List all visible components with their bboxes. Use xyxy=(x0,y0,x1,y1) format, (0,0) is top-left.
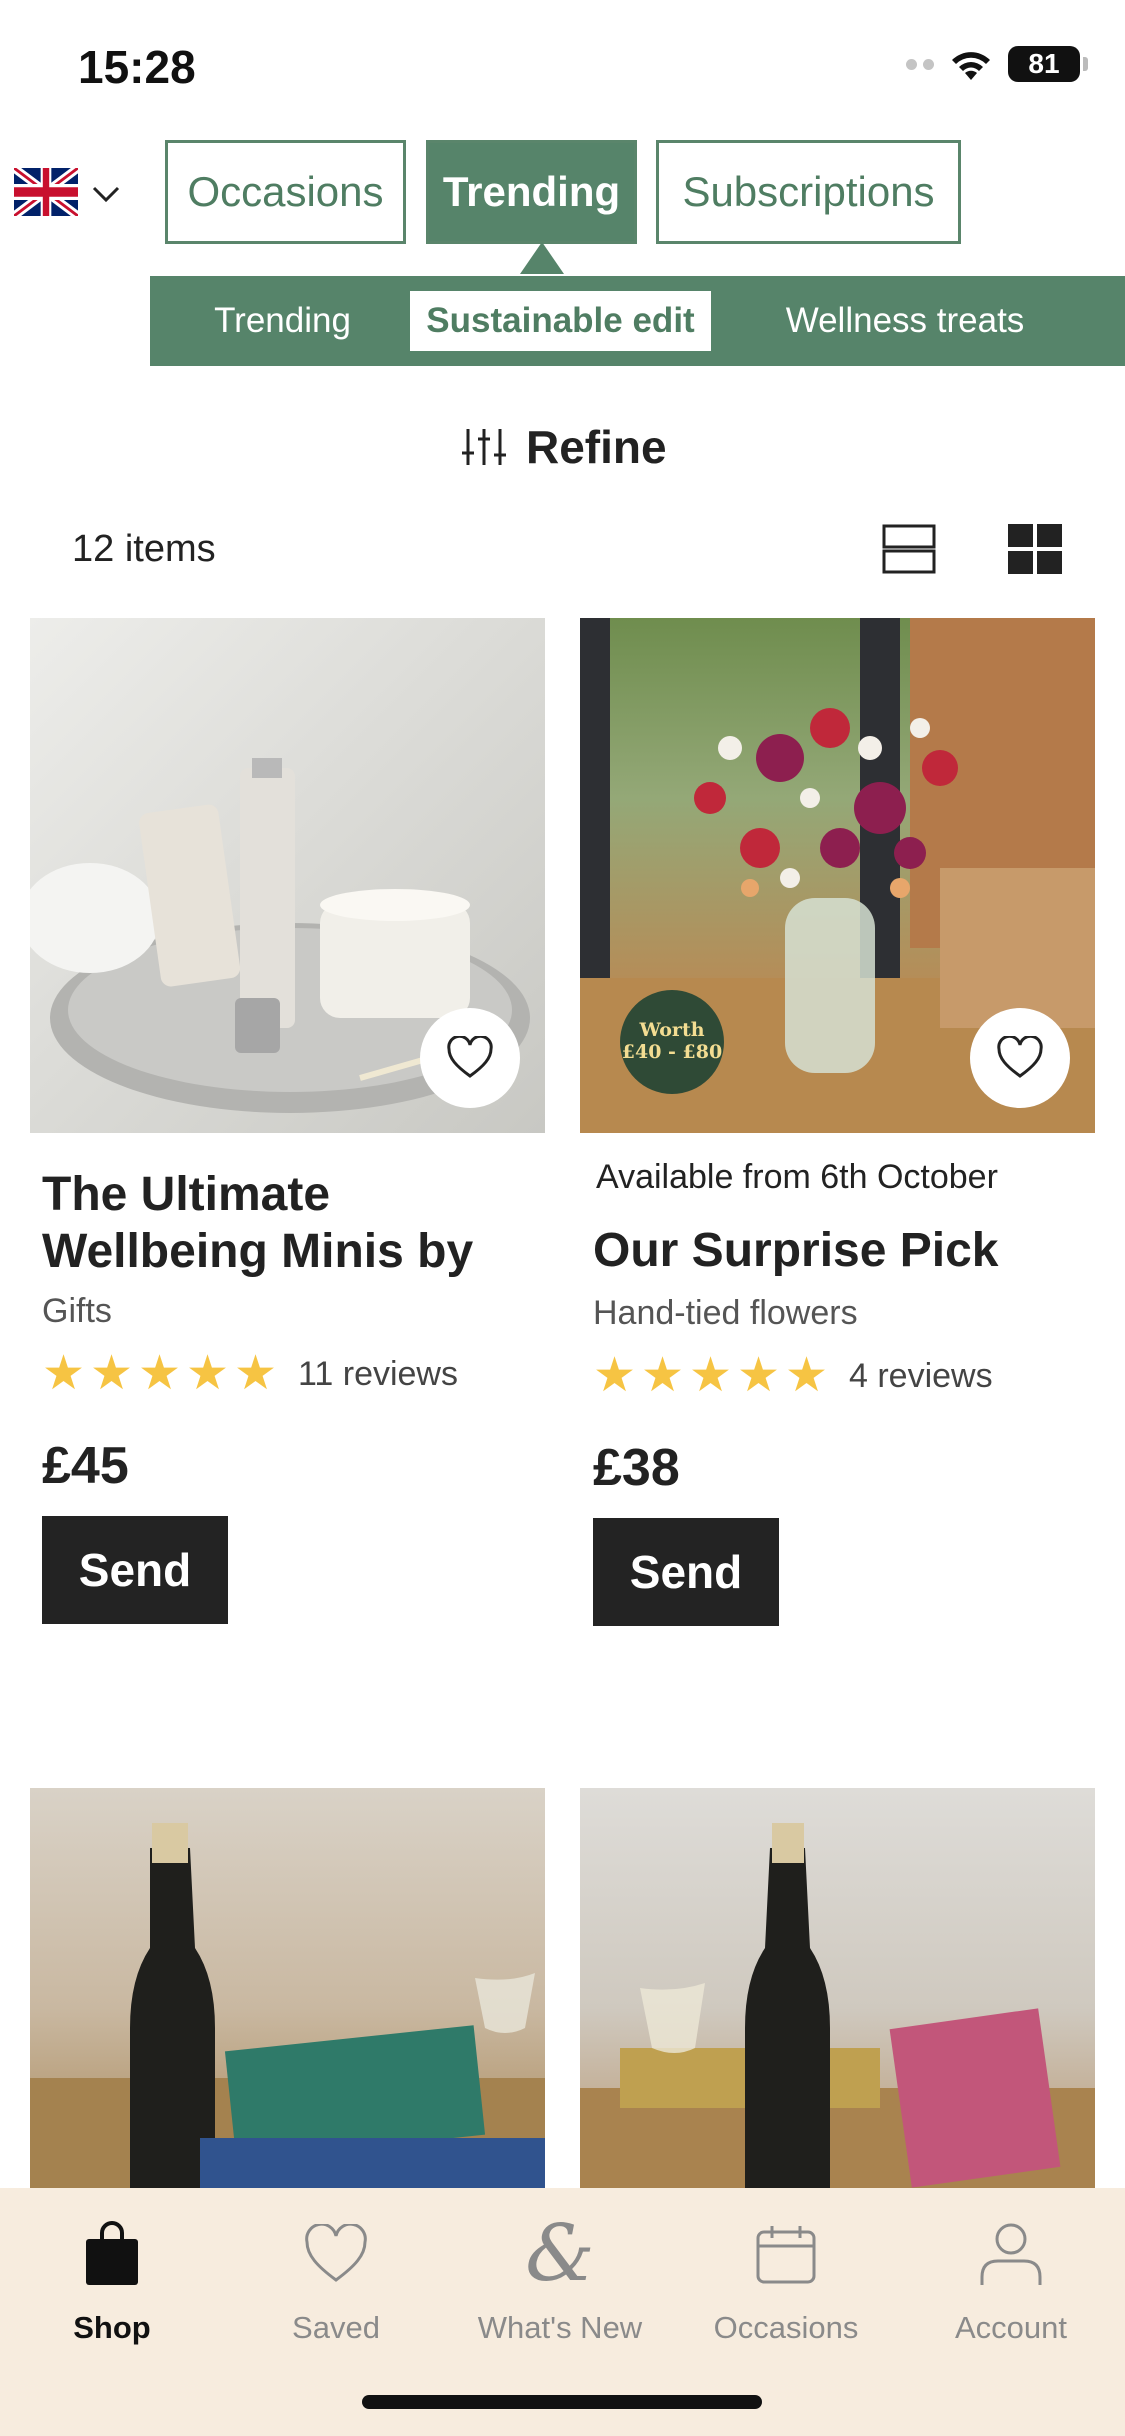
tab-bar-account-label: Account xyxy=(954,2310,1067,2345)
list-view-icon[interactable] xyxy=(882,524,936,574)
sub-navigation: Trending Sustainable edit Wellness treat… xyxy=(150,276,1125,366)
add-to-favourites-button[interactable] xyxy=(420,1008,520,1108)
star-icon: ★ xyxy=(42,1347,86,1400)
tab-trending[interactable]: Trending xyxy=(426,140,637,244)
battery-level: 81 xyxy=(1028,48,1060,79)
prosecco-gift-photo xyxy=(580,1823,1095,2188)
shopping-bag-icon xyxy=(86,2221,138,2285)
product-title[interactable]: Our Surprise Pick xyxy=(593,1222,1073,1279)
star-icon: ★ xyxy=(138,1347,182,1400)
send-button[interactable]: Send xyxy=(42,1516,228,1624)
product-title[interactable]: The Ultimate Wellbeing Minis by xyxy=(42,1166,512,1280)
worth-badge-line1: Worth xyxy=(639,1019,705,1042)
tab-bar-whats-new[interactable]: & What's New xyxy=(460,2214,660,2346)
tab-bar-shop-label: Shop xyxy=(73,2310,151,2345)
subtab-wellness-treats[interactable]: Wellness treats xyxy=(760,291,1050,351)
prosecco-chocolates-photo xyxy=(30,1823,545,2188)
tab-bar-account[interactable]: Account xyxy=(911,2214,1111,2346)
heart-icon xyxy=(447,1036,493,1078)
review-count[interactable]: 11 reviews xyxy=(298,1355,458,1394)
rating-stars: ★ ★ ★ ★ ★ 4 reviews xyxy=(593,1349,993,1402)
calendar-icon xyxy=(756,2226,816,2284)
add-to-favourites-button[interactable] xyxy=(970,1008,1070,1108)
rating-stars: ★ ★ ★ ★ ★ 11 reviews xyxy=(42,1347,458,1400)
tab-occasions[interactable]: Occasions xyxy=(165,140,406,244)
product-price: £38 xyxy=(593,1439,680,1497)
tab-bar-occasions[interactable]: Occasions xyxy=(686,2214,886,2346)
subtab-trending[interactable]: Trending xyxy=(190,291,375,351)
star-icon: ★ xyxy=(737,1349,781,1402)
availability-note: Available from 6th October xyxy=(596,1158,998,1196)
worth-badge-line2: £40 - £80 xyxy=(621,1041,723,1063)
person-icon xyxy=(980,2223,1042,2285)
star-icon: ★ xyxy=(785,1349,829,1402)
filter-sliders-icon xyxy=(462,429,506,465)
heart-icon xyxy=(305,2224,367,2282)
uk-flag-icon[interactable] xyxy=(14,168,78,216)
wifi-icon xyxy=(952,52,990,80)
product-image[interactable] xyxy=(30,1788,545,2188)
tab-bar-whats-new-label: What's New xyxy=(477,2310,643,2345)
active-tab-pointer xyxy=(520,242,564,274)
send-button[interactable]: Send xyxy=(593,1518,779,1626)
grid-view-icon[interactable] xyxy=(1008,524,1062,574)
star-icon: ★ xyxy=(689,1349,733,1402)
tab-bar-saved[interactable]: Saved xyxy=(236,2214,436,2346)
heart-icon xyxy=(997,1036,1043,1078)
status-time: 15:28 xyxy=(78,41,196,93)
subtab-sustainable-edit[interactable]: Sustainable edit xyxy=(410,291,711,351)
cellular-signal-icon xyxy=(906,58,934,70)
review-count[interactable]: 4 reviews xyxy=(849,1357,993,1396)
refine-label: Refine xyxy=(526,421,667,473)
tab-bar-saved-label: Saved xyxy=(292,2310,380,2345)
product-category: Gifts xyxy=(42,1292,112,1330)
tab-subscriptions[interactable]: Subscriptions xyxy=(656,140,961,244)
star-icon: ★ xyxy=(641,1349,685,1402)
refine-button[interactable]: Refine xyxy=(460,420,667,474)
tab-bar-occasions-label: Occasions xyxy=(713,2310,859,2345)
status-icons: 81 xyxy=(906,46,1088,82)
product-category: Hand-tied flowers xyxy=(593,1294,858,1332)
tab-bar-shop[interactable]: Shop xyxy=(12,2214,212,2346)
home-indicator[interactable] xyxy=(362,2395,762,2409)
chevron-down-icon[interactable] xyxy=(88,176,124,212)
items-count: 12 items xyxy=(72,528,216,570)
star-icon: ★ xyxy=(593,1349,637,1402)
product-price: £45 xyxy=(42,1437,129,1495)
star-icon: ★ xyxy=(234,1347,278,1400)
battery-icon: 81 xyxy=(1008,46,1088,82)
ampersand-icon: & xyxy=(525,2209,595,2299)
worth-badge: Worth £40 - £80 xyxy=(620,990,724,1094)
product-image[interactable] xyxy=(580,1788,1095,2188)
star-icon: ★ xyxy=(90,1347,134,1400)
star-icon: ★ xyxy=(186,1347,230,1400)
